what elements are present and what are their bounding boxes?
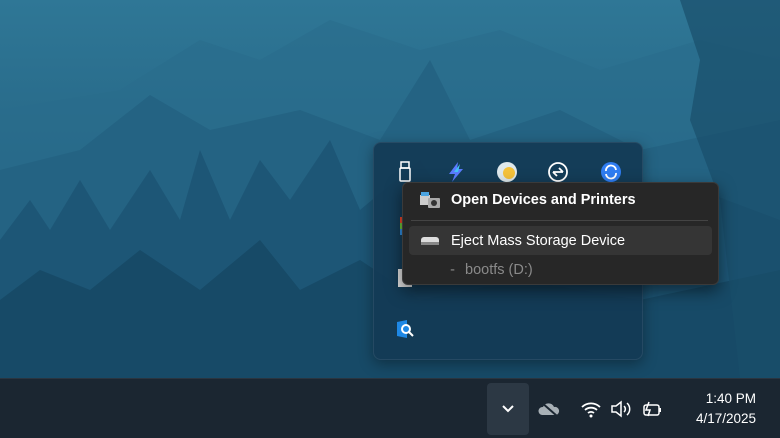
usb-icon[interactable] (394, 161, 416, 183)
clock[interactable]: 1:40 PM 4/17/2025 (696, 389, 756, 429)
devices-printers-icon (409, 191, 451, 209)
refresh-app-icon[interactable] (600, 161, 622, 183)
eject-mass-storage-item[interactable]: Eject Mass Storage Device (409, 226, 712, 255)
night-light-icon[interactable] (496, 161, 518, 183)
volume-item: - bootfs (D:) (409, 255, 712, 284)
wifi-icon[interactable] (579, 399, 603, 419)
onedrive-offline-icon[interactable] (537, 399, 561, 419)
lightning-app-icon[interactable] (445, 161, 467, 183)
drive-icon (409, 236, 451, 246)
show-hidden-icons-button[interactable] (487, 383, 529, 435)
sync-status-icon[interactable] (547, 161, 569, 183)
taskbar: 1:40 PM 4/17/2025 (0, 378, 780, 438)
volume-icon[interactable] (609, 399, 633, 419)
eject-label: Eject Mass Storage Device (451, 232, 626, 249)
search-app-icon[interactable] (394, 318, 416, 340)
open-devices-label: Open Devices and Printers (451, 191, 636, 208)
usb-context-menu: Open Devices and Printers Eject Mass Sto… (402, 182, 719, 285)
clock-date: 4/17/2025 (695, 411, 756, 426)
chevron-down-icon (502, 405, 514, 413)
menu-divider (411, 220, 708, 221)
volume-dash: - (450, 261, 455, 278)
battery-charging-icon[interactable] (640, 399, 664, 419)
volume-label: bootfs (D:) (465, 261, 533, 278)
clock-time: 1:40 PM (705, 391, 756, 406)
open-devices-and-printers-item[interactable]: Open Devices and Printers (409, 185, 712, 214)
